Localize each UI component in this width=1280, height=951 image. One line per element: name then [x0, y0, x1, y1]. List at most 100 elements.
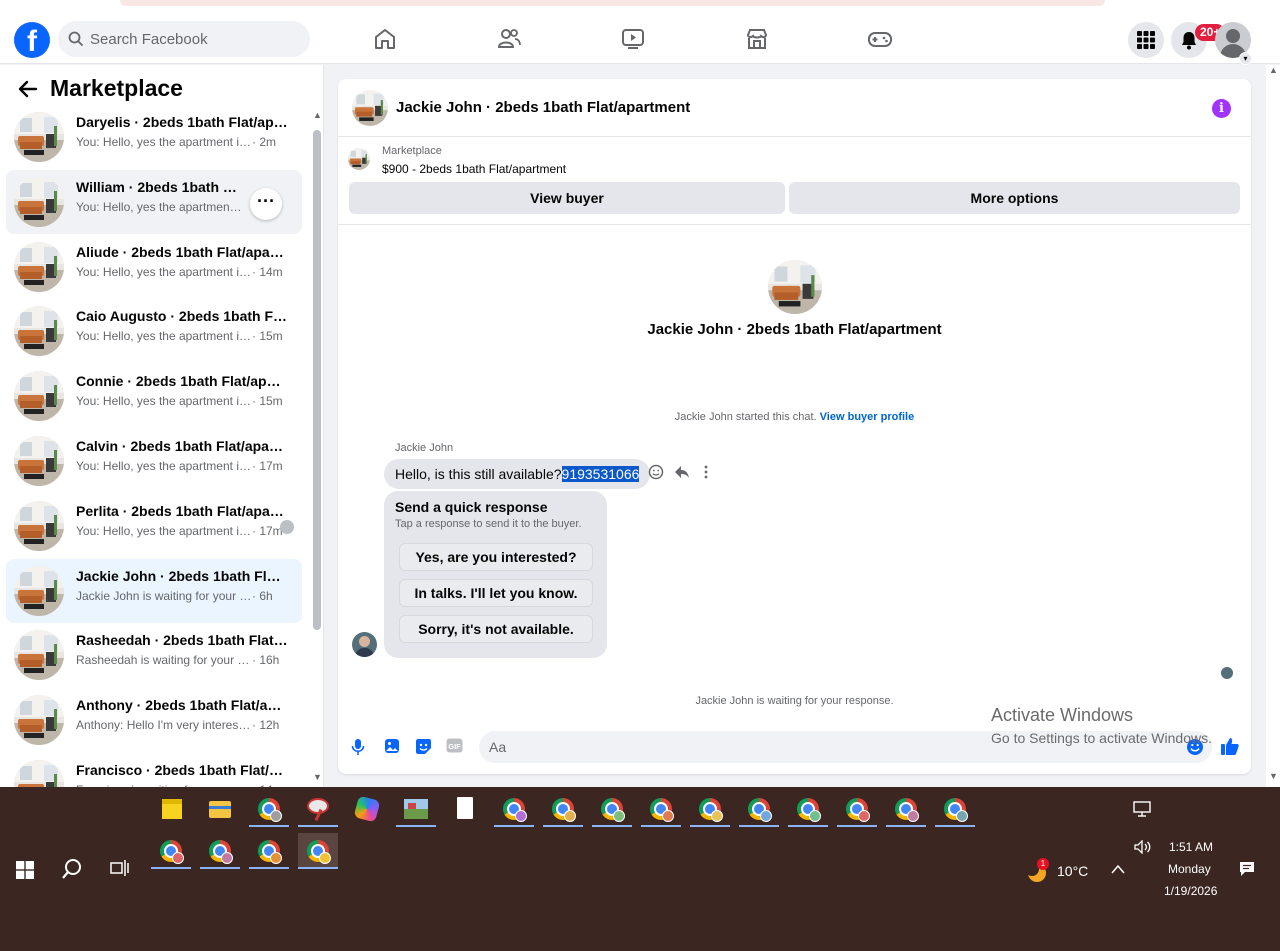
- photo-icon[interactable]: [384, 738, 400, 754]
- quick-response-not-available[interactable]: Sorry, it's not available.: [399, 615, 593, 643]
- conversation-item[interactable]: Francisco · 2beds 1bath Flat/apartmentFr…: [6, 753, 302, 787]
- message-input-field[interactable]: [479, 731, 1212, 763]
- sticky-notes-icon[interactable]: [152, 791, 192, 827]
- listing-small-thumbnail[interactable]: [348, 148, 370, 170]
- listing-price[interactable]: $900 - 2beds 1bath Flat/apartment: [382, 162, 566, 176]
- clock-time[interactable]: 1:51 AM: [1169, 840, 1213, 854]
- clock-day[interactable]: Monday: [1168, 862, 1211, 876]
- conversation-thumbnail: [14, 176, 64, 227]
- document-icon[interactable]: [445, 791, 485, 827]
- view-buyer-profile-link[interactable]: View buyer profile: [820, 411, 915, 423]
- conversation-preview: You: Hello, yes the apartment is still a…: [76, 459, 283, 473]
- conversation-preview: Anthony: Hello I'm very interested in th…: [76, 718, 280, 733]
- listing-thumbnail[interactable]: [352, 90, 388, 126]
- conversation-item[interactable]: Connie · 2beds 1bath Flat/apartment You: …: [6, 364, 302, 428]
- react-emoji-icon[interactable]: [648, 464, 664, 485]
- chrome-icon[interactable]: [641, 791, 681, 827]
- conversation-item[interactable]: Aliude · 2beds 1bath Flat/apartment You: …: [6, 235, 302, 299]
- chrome-icon[interactable]: [543, 791, 583, 827]
- emoji-icon[interactable]: [1186, 738, 1204, 756]
- search-input[interactable]: [90, 21, 300, 57]
- notification-center-icon[interactable]: [1239, 861, 1255, 877]
- conversation-preview: You: Hello, yes the apartment is still a…: [76, 264, 283, 279]
- paint-icon[interactable]: [298, 791, 338, 827]
- menu-grid-button[interactable]: [1128, 22, 1164, 58]
- conversation-thumbnail: [14, 695, 64, 746]
- chrome-icon[interactable]: [249, 833, 289, 869]
- weather-temperature[interactable]: 10°C: [1057, 863, 1088, 879]
- grid-icon: [1137, 31, 1155, 49]
- conversation-item[interactable]: Calvin · 2beds 1bath Flat/apartment You: …: [6, 429, 302, 493]
- more-options-button[interactable]: More options: [789, 182, 1240, 214]
- info-icon[interactable]: i: [1212, 99, 1231, 118]
- quick-response-title: Send a quick response: [395, 499, 548, 515]
- copilot-icon[interactable]: [347, 791, 387, 827]
- conversation-preview: Rasheedah is waiting for your response· …: [76, 653, 280, 668]
- chat-title[interactable]: Jackie John · 2beds 1bath Flat/apartment: [396, 99, 690, 116]
- sticker-icon[interactable]: [415, 738, 432, 755]
- chrome-icon[interactable]: [200, 833, 240, 869]
- message-bubble[interactable]: Hello, is this still available?919353106…: [384, 459, 651, 489]
- gaming-icon[interactable]: [867, 26, 893, 52]
- search-box[interactable]: [58, 21, 310, 57]
- chrome-icon[interactable]: [592, 791, 632, 827]
- thumbs-up-icon[interactable]: [1220, 736, 1240, 756]
- gif-icon[interactable]: GIF: [446, 738, 463, 753]
- reply-icon[interactable]: [674, 464, 690, 485]
- chrome-icon[interactable]: [837, 791, 877, 827]
- photos-icon[interactable]: [396, 791, 436, 827]
- volume-icon[interactable]: [1134, 840, 1152, 854]
- home-icon[interactable]: [372, 26, 398, 52]
- back-arrow-icon[interactable]: [18, 79, 38, 99]
- task-view-icon[interactable]: [110, 859, 130, 877]
- quick-response-in-talks[interactable]: In talks. I'll let you know.: [399, 579, 593, 607]
- more-vertical-icon[interactable]: [702, 464, 710, 485]
- facebook-logo[interactable]: f: [14, 22, 50, 58]
- chat-panel: Jackie John · 2beds 1bath Flat/apartment…: [338, 79, 1251, 774]
- friends-icon[interactable]: [496, 26, 522, 52]
- conversation-preview: You: Hello, yes the apartment is still a…: [76, 523, 283, 538]
- conversation-item[interactable]: Jackie John · 2beds 1bath Flat/apartment…: [6, 558, 302, 623]
- weather-icon[interactable]: 1: [1025, 858, 1049, 882]
- read-receipt-avatar: [1221, 667, 1233, 679]
- conversation-item[interactable]: William · 2beds 1bath Flat/apartment You:…: [6, 169, 302, 234]
- conversation-item[interactable]: Caio Augusto · 2beds 1bath Flat/apartmen…: [6, 299, 302, 363]
- conversation-name: Perlita · 2beds 1bath Flat/apartment: [76, 502, 288, 519]
- sender-name: Jackie John: [395, 442, 454, 454]
- conversation-more-button[interactable]: ···: [250, 187, 282, 220]
- chrome-icon[interactable]: [494, 791, 534, 827]
- seen-avatar-icon: [280, 519, 294, 534]
- message-input[interactable]: [489, 731, 1169, 763]
- microphone-icon[interactable]: [351, 738, 365, 756]
- video-icon[interactable]: [620, 26, 646, 52]
- file-explorer-icon[interactable]: [200, 791, 240, 827]
- conversation-thumbnail: [14, 241, 64, 292]
- marketplace-icon[interactable]: [744, 26, 770, 52]
- chrome-icon[interactable]: [739, 791, 779, 827]
- page-scrollbar[interactable]: ▲ ▼: [1266, 65, 1280, 787]
- conversation-name: Jackie John · 2beds 1bath Flat/apartment: [76, 567, 288, 584]
- chevron-down-icon[interactable]: ▾: [1239, 52, 1252, 65]
- conversation-item[interactable]: Anthony · 2beds 1bath Flat/apartment Anth…: [6, 688, 302, 752]
- chevron-up-icon[interactable]: [1111, 864, 1125, 874]
- chrome-icon[interactable]: [151, 833, 191, 869]
- chrome-icon[interactable]: [249, 791, 289, 827]
- quick-response-box: Send a quick response Tap a response to …: [384, 491, 607, 658]
- conversation-item[interactable]: Rasheedah · 2beds 1bath Flat/apartment Ra…: [6, 623, 302, 687]
- search-icon[interactable]: [61, 858, 83, 880]
- chrome-icon[interactable]: [886, 791, 926, 827]
- chrome-icon[interactable]: [935, 791, 975, 827]
- sender-avatar[interactable]: [352, 632, 377, 657]
- clock-date[interactable]: 1/19/2026: [1164, 884, 1217, 898]
- network-icon[interactable]: [1133, 801, 1151, 817]
- chrome-icon[interactable]: [788, 791, 828, 827]
- view-buyer-button[interactable]: View buyer: [349, 182, 785, 214]
- quick-response-yes[interactable]: Yes, are you interested?: [399, 543, 593, 571]
- chrome-icon[interactable]: [298, 833, 338, 869]
- windows-start-icon[interactable]: [16, 861, 34, 879]
- chrome-icon[interactable]: [690, 791, 730, 827]
- conversation-item[interactable]: Perlita · 2beds 1bath Flat/apartment You:…: [6, 494, 302, 558]
- browser-address-bar[interactable]: [120, 0, 1105, 6]
- conversation-item[interactable]: Daryelis · 2beds 1bath Flat/apartment You…: [6, 105, 302, 169]
- sidebar-scrollbar[interactable]: ▲ ▼: [313, 110, 322, 786]
